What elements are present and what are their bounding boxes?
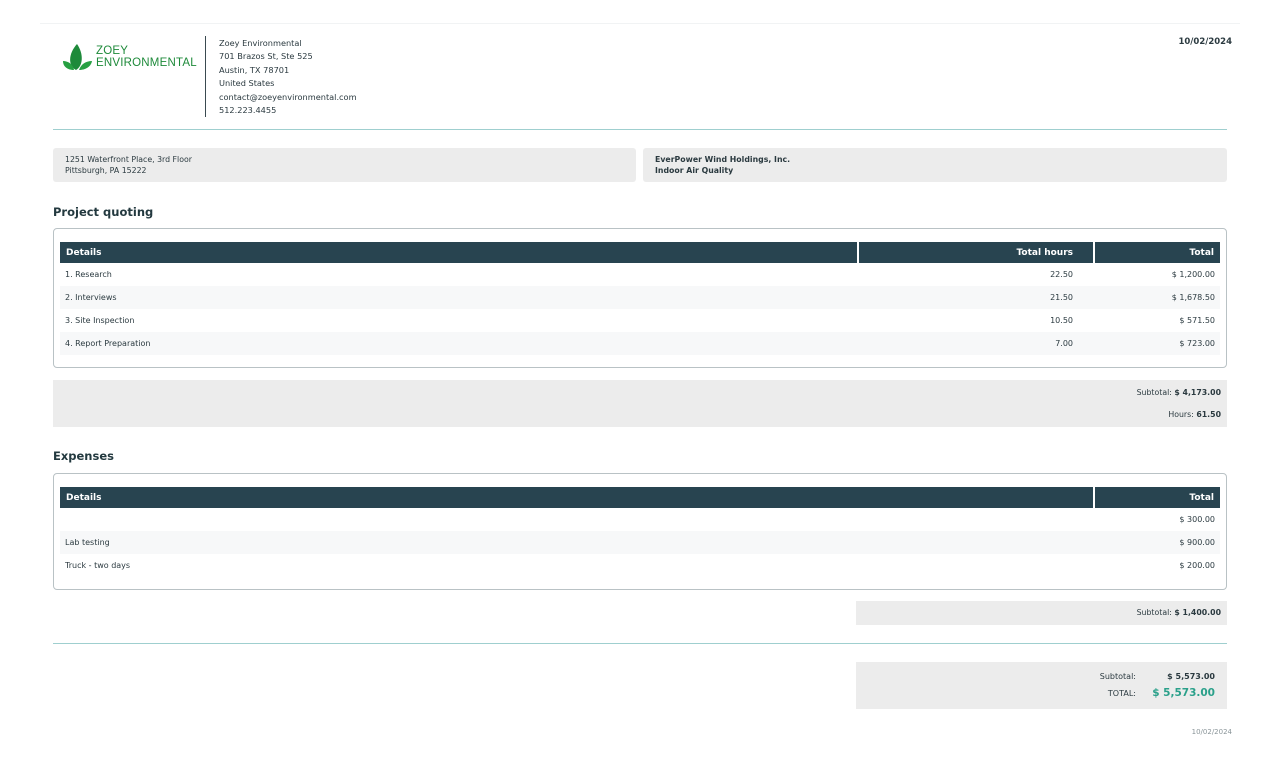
logo-line-2: ENVIRONMENTAL: [96, 57, 197, 69]
quoting-card: Details Total hours Total 1. Research 22…: [53, 228, 1227, 368]
row-details: 2. Interviews: [60, 286, 857, 309]
top-border: [40, 23, 1240, 24]
company-city: Austin, TX 78701: [219, 64, 290, 75]
quoting-header-row: Details Total hours Total: [60, 242, 1220, 263]
expenses-table: Details Total $ 300.00 Lab testing $ 900…: [60, 487, 1220, 577]
row-details: Lab testing: [60, 531, 1093, 554]
row-total: $ 1,200.00: [1171, 270, 1215, 279]
subtotal-value: $ 4,173.00: [1174, 388, 1221, 397]
row-total: $ 300.00: [1179, 515, 1215, 524]
expenses-card: Details Total $ 300.00 Lab testing $ 900…: [53, 473, 1227, 590]
expenses-header-row: Details Total: [60, 487, 1220, 508]
subtotal-label: Subtotal:: [1136, 608, 1172, 617]
col-total-hours: Total hours: [857, 242, 1093, 263]
expenses-title: Expenses: [53, 449, 114, 463]
col-details: Details: [60, 487, 1093, 508]
row-total: $ 200.00: [1179, 561, 1215, 570]
company-email[interactable]: contact@zoeyenvironmental.com: [219, 91, 357, 104]
grand-total-value: $ 5,573.00: [1152, 687, 1215, 699]
client-address-line-2: Pittsburgh, PA 15222: [65, 166, 147, 175]
grand-subtotal-label: Subtotal:: [1099, 672, 1136, 681]
hours-value: 61.50: [1196, 410, 1221, 419]
row-details: 1. Research: [65, 270, 112, 279]
document-date: 10/02/2024: [1178, 37, 1232, 47]
row-hours: 10.50: [1050, 316, 1073, 325]
leaf-icon: [63, 44, 92, 70]
company-street: 701 Brazos St, Ste 525: [219, 51, 313, 62]
logo-line-1: ZOEY: [96, 45, 129, 57]
company-phone: 512.223.4455: [219, 105, 277, 116]
row-details: 3. Site Inspection: [65, 316, 135, 325]
row-details: Truck - two days: [65, 561, 131, 570]
totals-box: Subtotal: $ 5,573.00 TOTAL: $ 5,573.00: [856, 662, 1227, 709]
row-details: [60, 508, 1093, 531]
row-hours: 22.50: [1050, 270, 1073, 279]
row-total: $ 900.00: [1093, 531, 1220, 554]
client-address-line-1: 1251 Waterfront Place, 3rd Floor: [65, 155, 192, 164]
row-hours: 7.00: [857, 332, 1093, 355]
table-row: Truck - two days $ 200.00: [60, 554, 1220, 577]
company-info: Zoey Environmental 701 Brazos St, Ste 52…: [219, 37, 357, 117]
row-hours: 21.50: [857, 286, 1093, 309]
col-total: Total: [1093, 487, 1220, 508]
client-info-box: EverPower Wind Holdings, Inc. Indoor Air…: [643, 148, 1227, 182]
header-rule: [53, 129, 1227, 130]
totals-rule: [53, 643, 1227, 644]
table-row: 3. Site Inspection 10.50 $ 571.50: [60, 309, 1220, 332]
grand-subtotal-value: $ 5,573.00: [1167, 672, 1215, 681]
project-quoting-title: Project quoting: [53, 205, 154, 219]
table-row: 2. Interviews 21.50 $ 1,678.50: [60, 286, 1220, 309]
table-row: $ 300.00: [60, 508, 1220, 531]
table-row: 1. Research 22.50 $ 1,200.00: [60, 263, 1220, 286]
row-total: $ 1,678.50: [1093, 286, 1220, 309]
subtotal-value: $ 1,400.00: [1174, 608, 1221, 617]
project-name: Indoor Air Quality: [655, 166, 734, 175]
hours-label: Hours:: [1168, 410, 1194, 419]
row-total: $ 723.00: [1093, 332, 1220, 355]
col-total: Total: [1093, 242, 1220, 263]
row-total: $ 571.50: [1179, 316, 1215, 325]
grand-total-label: TOTAL:: [1107, 689, 1136, 698]
subtotal-label: Subtotal:: [1136, 388, 1172, 397]
table-row: 4. Report Preparation 7.00 $ 723.00: [60, 332, 1220, 355]
client-name: EverPower Wind Holdings, Inc.: [655, 155, 791, 164]
company-country: United States: [219, 78, 275, 89]
header-divider: [205, 36, 206, 117]
company-name: Zoey Environmental: [219, 38, 302, 48]
client-address-box: 1251 Waterfront Place, 3rd Floor Pittsbu…: [53, 148, 636, 182]
company-logo: ZOEY ENVIRONMENTAL: [62, 42, 197, 74]
quoting-table: Details Total hours Total 1. Research 22…: [60, 242, 1220, 355]
footer-date: 10/02/2024: [1191, 728, 1232, 736]
expenses-summary: Subtotal: $ 1,400.00: [856, 601, 1227, 625]
row-details: 4. Report Preparation: [60, 332, 857, 355]
table-row: Lab testing $ 900.00: [60, 531, 1220, 554]
col-details: Details: [60, 242, 857, 263]
quoting-subtotal: Subtotal: $ 4,173.00: [1137, 388, 1221, 397]
quoting-hours: Hours: 61.50: [1168, 410, 1221, 419]
quoting-summary: Subtotal: $ 4,173.00 Hours: 61.50: [53, 380, 1227, 427]
expenses-subtotal: Subtotal: $ 1,400.00: [1137, 608, 1221, 617]
logo-wordmark: ZOEY ENVIRONMENTAL: [96, 45, 197, 69]
